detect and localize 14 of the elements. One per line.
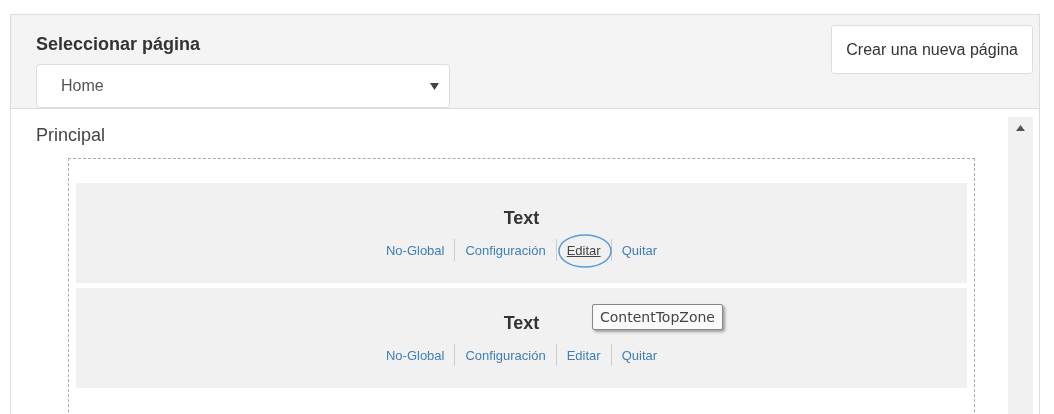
create-page-button[interactable]: Crear una nueva página — [831, 25, 1033, 74]
section-title: Seleccionar página — [36, 34, 202, 55]
widget-action-link[interactable]: Quitar — [621, 242, 658, 258]
widget-title: Text — [503, 208, 540, 229]
page-select[interactable]: Home — [36, 64, 450, 108]
widget-action-link[interactable]: Editar — [566, 347, 601, 363]
widget-title: Text — [503, 313, 540, 334]
tooltip: ContentTopZone — [592, 304, 723, 330]
widget-action-link[interactable]: No-Global — [385, 242, 445, 258]
widget-action-link[interactable]: Quitar — [621, 347, 658, 363]
widget-action-link[interactable]: Configuración — [465, 242, 546, 258]
widget-action-link[interactable]: No-Global — [385, 347, 445, 363]
zone-title: Principal — [36, 125, 107, 146]
widget-action-link[interactable]: Configuración — [465, 347, 546, 363]
